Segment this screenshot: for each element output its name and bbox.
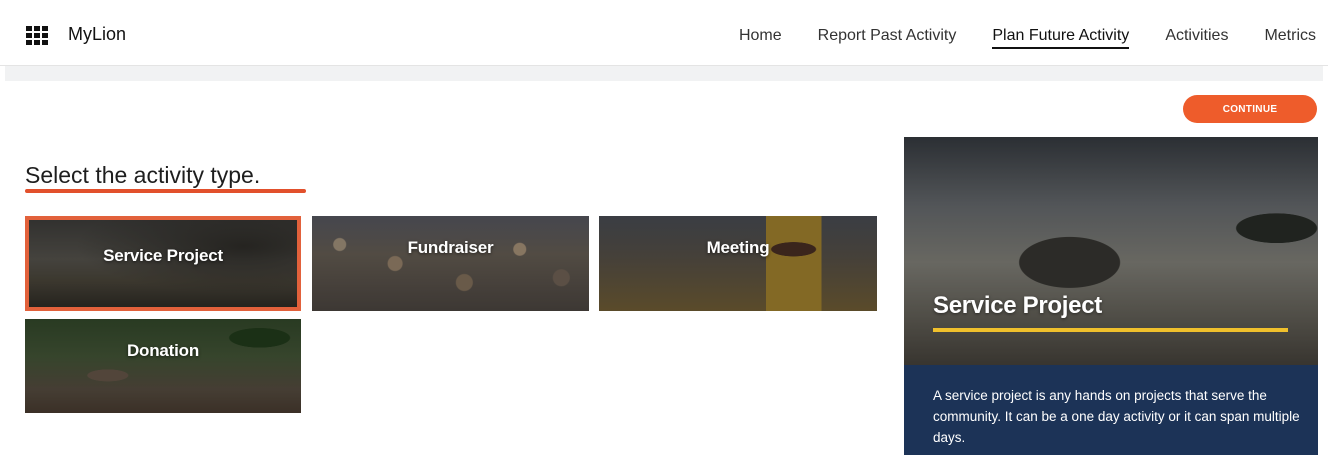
- tile-label: Service Project: [103, 246, 223, 265]
- nav-home[interactable]: Home: [739, 26, 782, 49]
- brand-name[interactable]: MyLion: [68, 24, 126, 45]
- tile-service-project[interactable]: Service Project: [25, 216, 301, 311]
- tile-label: Meeting: [706, 238, 770, 257]
- preview-title: Service Project: [933, 292, 1102, 319]
- nav-plan-future-activity[interactable]: Plan Future Activity: [992, 26, 1130, 49]
- top-header: MyLion Home Report Past Activity Plan Fu…: [0, 0, 1328, 66]
- continue-button[interactable]: CONTINUE: [1183, 95, 1317, 123]
- tile-image-overlay: [312, 216, 589, 311]
- preview-description: A service project is any hands on projec…: [933, 388, 1300, 445]
- main-nav: Home Report Past Activity Plan Future Ac…: [703, 26, 1316, 49]
- tile-meeting[interactable]: Meeting: [599, 216, 877, 311]
- sub-header-bar: [5, 66, 1323, 81]
- activity-preview-card: Service Project A service project is any…: [904, 137, 1318, 455]
- tile-image-overlay: [599, 216, 877, 311]
- preview-title-underline: [933, 328, 1288, 332]
- tile-image-overlay: [25, 319, 301, 413]
- preview-image: Service Project: [904, 137, 1318, 365]
- page-title: Select the activity type.: [25, 162, 261, 188]
- title-underline: [25, 189, 306, 193]
- grid-menu-icon[interactable]: [26, 26, 48, 45]
- nav-activities[interactable]: Activities: [1165, 26, 1228, 49]
- nav-metrics[interactable]: Metrics: [1264, 26, 1316, 49]
- tile-label: Fundraiser: [407, 238, 494, 257]
- tile-label: Donation: [126, 341, 200, 360]
- tile-fundraiser[interactable]: Fundraiser: [312, 216, 589, 311]
- nav-report-past-activity[interactable]: Report Past Activity: [818, 26, 957, 49]
- tile-donation[interactable]: Donation: [25, 319, 301, 413]
- preview-description-panel: A service project is any hands on projec…: [904, 365, 1318, 455]
